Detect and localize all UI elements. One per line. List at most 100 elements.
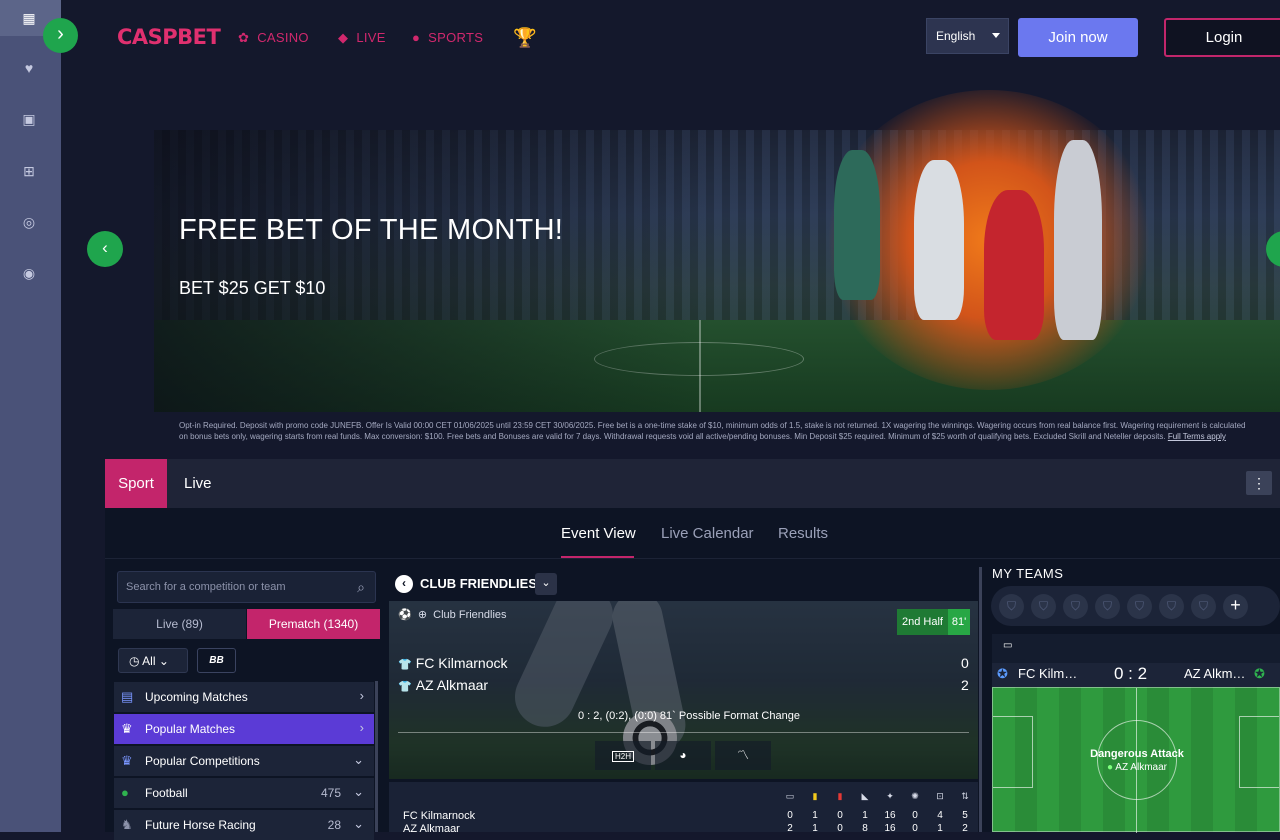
dice-icon: ✿ [238, 30, 250, 45]
chevron-right-icon: › [359, 720, 364, 735]
trend-icon[interactable]: 〽 [715, 741, 771, 770]
globe-icon: ⊕ [417, 609, 428, 621]
home-score: 0 [961, 655, 969, 671]
away-score: 2 [961, 677, 969, 693]
terms-text: Opt-in Required. Deposit with promo code… [179, 421, 1246, 441]
h2h-button[interactable]: H2H [595, 741, 651, 770]
basketball-icon: ● [412, 30, 421, 45]
team-slot-icon[interactable]: ⛉ [1095, 594, 1120, 619]
trophy-icon: ♛ [121, 721, 133, 736]
tracker-scoreline: ✪ FC Kilm… 0 : 2 AZ Alkm… ✪ [992, 663, 1280, 687]
stat-value: 1 [937, 823, 943, 832]
team-slot-icon[interactable]: ⛉ [1127, 594, 1152, 619]
stat-value: 0 [837, 810, 843, 821]
list-item-popular-competitions[interactable]: ♛ Popular Competitions ⌄ [114, 746, 374, 776]
chevron-down-icon[interactable]: ⌄ [535, 573, 557, 595]
join-now-button[interactable]: Join now [1018, 18, 1138, 57]
stat-value: 16 [884, 823, 896, 832]
team-slot-icon[interactable]: ⛉ [1031, 594, 1056, 619]
tab-live-calendar[interactable]: Live Calendar [661, 525, 754, 542]
team-slot-icon[interactable]: ⛉ [999, 594, 1024, 619]
center-circle [1097, 720, 1177, 800]
list-item-horse-racing[interactable]: ♞ Future Horse Racing 28 ⌄ [114, 810, 374, 840]
tab-results[interactable]: Results [778, 525, 828, 542]
gift-icon[interactable]: ⊞ [18, 160, 40, 182]
tracker-away-team: AZ Alkm… [1184, 666, 1246, 681]
language-select[interactable]: English [926, 18, 1009, 54]
stat-value: 0 [912, 823, 918, 832]
bet-builder-button[interactable]: BB [197, 648, 236, 673]
chevron-down-icon: ⌄ [158, 654, 169, 668]
red-card-icon: ▮ [837, 791, 843, 801]
stat-value: 0 [912, 810, 918, 821]
divider [105, 558, 1280, 559]
login-button[interactable]: Login [1164, 18, 1280, 57]
match-breadcrumb: ⚽ ⊕ Club Friendlies [398, 609, 507, 621]
banner-title: FREE BET OF THE MONTH! [179, 214, 564, 246]
list-item-football[interactable]: ● Football 475 ⌄ [114, 778, 374, 808]
tracker-score: 0 : 2 [1114, 664, 1148, 683]
panel-tabs: Sport Live ⋮ [105, 459, 1280, 508]
live-tracker-card[interactable]: ▭ ✪ FC Kilm… 0 : 2 AZ Alkm… ✪ Dangerous … [992, 634, 1280, 833]
club-badge-icon: ✪ [997, 666, 1008, 681]
match-divider [398, 732, 969, 733]
more-options-icon[interactable]: ⋮ [1246, 471, 1272, 495]
trophy-icon: ♛ [121, 753, 133, 768]
shot-icon: ✦ [886, 791, 894, 801]
football-icon: ● [121, 785, 129, 800]
stat-value: 8 [862, 823, 868, 832]
nav-live[interactable]: ◆ LIVE [338, 30, 386, 46]
tracker-home-team: FC Kilm… [1018, 666, 1078, 681]
calendar-icon: ▤ [121, 689, 134, 704]
player-image [984, 190, 1044, 340]
heart-icon[interactable]: ♥ [18, 57, 40, 79]
search-input[interactable]: Search for a competition or team ⌕ [117, 571, 376, 603]
time-filter-select[interactable]: ◷ All ⌄ [118, 648, 188, 673]
stat-value: 2 [962, 823, 968, 832]
back-icon[interactable]: ‹ [395, 575, 413, 593]
stats-away-team: AZ Alkmaar [403, 823, 460, 832]
promo-banner[interactable] [154, 90, 1280, 412]
list-item-upcoming[interactable]: ▤ Upcoming Matches › [114, 682, 374, 712]
football-icon: ⚽ [398, 609, 412, 621]
chip-icon[interactable]: ◎ [18, 211, 40, 233]
shirt-icon: 👕 [398, 659, 412, 671]
format-note: 0 : 2, (0:2), (0:0) 81` Possible Format … [578, 710, 800, 722]
scoreboard-icon: ▭ [1003, 640, 1013, 651]
nav-casino[interactable]: ✿ CASINO [238, 30, 309, 46]
substitution-icon: ⇅ [961, 791, 969, 801]
stat-value: 16 [884, 810, 896, 821]
competition-title: CLUB FRIENDLIES [420, 576, 537, 591]
tab-live[interactable]: Live [184, 459, 212, 508]
chevron-down-icon: ⌄ [353, 752, 364, 767]
carousel-prev-button[interactable]: ‹ [87, 231, 123, 267]
live-toggle[interactable]: Live (89) [113, 609, 246, 639]
expand-sidebar-button[interactable]: › [43, 18, 78, 53]
pitch-tracker: Dangerous Attack ● AZ Alkmaar [992, 687, 1280, 833]
grid-icon[interactable]: ▦ [18, 7, 40, 29]
tab-sport[interactable]: Sport [105, 459, 167, 508]
team-slot-icon[interactable]: ⛉ [1063, 594, 1088, 619]
slot-icon[interactable]: ▣ [18, 108, 40, 130]
logo[interactable]: CASPBET [117, 25, 221, 49]
club-badge-icon: ✪ [1254, 666, 1265, 681]
list-item-popular-matches[interactable]: ♛ Popular Matches › [114, 714, 374, 744]
add-team-icon[interactable]: + [1223, 594, 1248, 619]
team-slot-icon[interactable]: ⛉ [1159, 594, 1184, 619]
full-terms-link[interactable]: Full Terms apply [1168, 432, 1226, 441]
nav-sports[interactable]: ● SPORTS [412, 30, 483, 45]
chat-icon[interactable]: ◉ [18, 262, 40, 284]
horse-icon: ♞ [121, 817, 133, 832]
chevron-down-icon [992, 33, 1000, 38]
match-card[interactable]: ⚽ ⊕ Club Friendlies 2nd Half 81' 👕 FC Kil… [389, 601, 978, 779]
list-scrollbar[interactable] [375, 681, 378, 832]
stats-pie-icon[interactable]: ◕ [655, 741, 711, 770]
match-minute: 81' [948, 609, 970, 635]
match-stats: ▭ ▮ ▮ ◣ ✦ ✺ ⊡ ⇅ FC Kilmarnock AZ Alkmaar… [389, 782, 978, 832]
tab-event-view[interactable]: Event View [561, 525, 636, 542]
player-image [834, 150, 880, 300]
column-scrollbar[interactable] [979, 567, 982, 832]
team-slot-icon[interactable]: ⛉ [1191, 594, 1216, 619]
prematch-toggle[interactable]: Prematch (1340) [247, 609, 380, 639]
trophy-icon[interactable]: 🏆 [513, 26, 537, 50]
